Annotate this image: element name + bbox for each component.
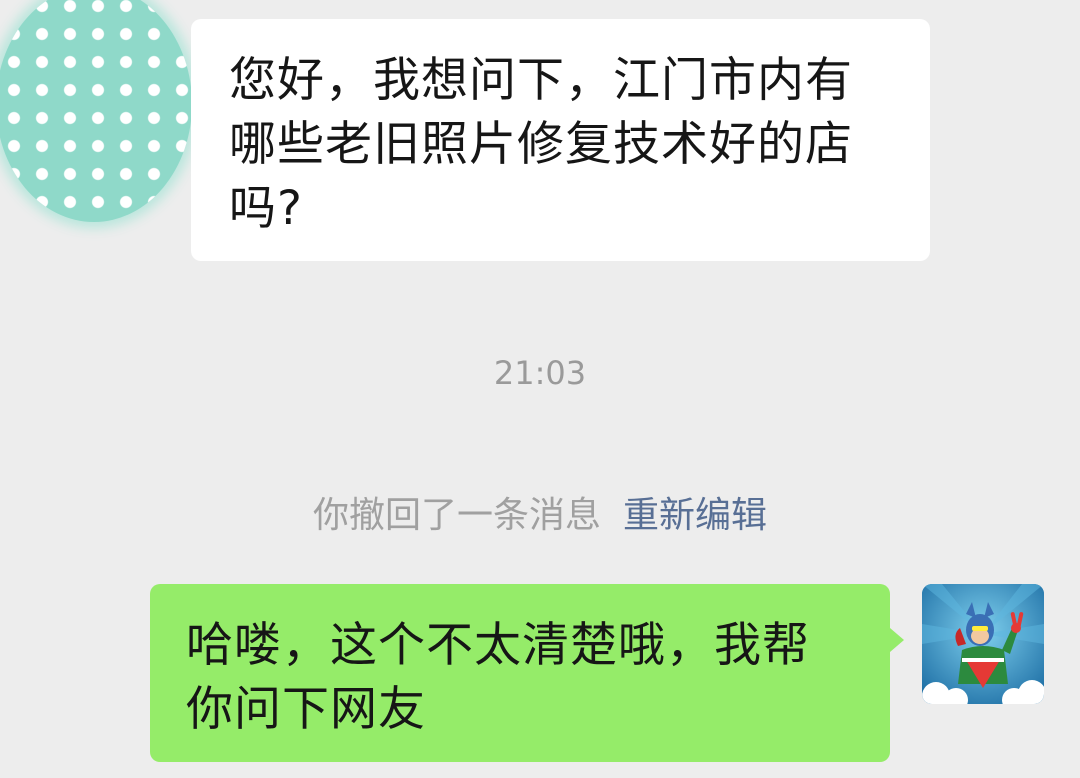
outgoing-message-bubble[interactable]: 哈喽，这个不太清楚哦，我帮 你问下网友: [150, 584, 904, 762]
message-text-line: 哪些老旧照片修复技术好的店: [229, 117, 853, 172]
recall-notice-text: 你撤回了一条消息: [312, 495, 601, 536]
superhero-avatar-icon: [922, 584, 1044, 704]
message-text-line: 你问下网友: [186, 682, 426, 737]
message-text-line: 您好，我想问下，江门市内有: [229, 53, 853, 108]
chat-view: 您好，我想问下，江门市内有 哪些老旧照片修复技术好的店 吗? 21:03 你撤回…: [0, 0, 1080, 778]
message-timestamp: 21:03: [493, 354, 587, 392]
contact-avatar[interactable]: [0, 0, 192, 222]
recall-notice: 你撤回了一条消息 重新编辑: [0, 486, 1080, 538]
incoming-message-bubble[interactable]: 您好，我想问下，江门市内有 哪些老旧照片修复技术好的店 吗?: [191, 19, 930, 261]
re-edit-link[interactable]: 重新编辑: [623, 495, 767, 536]
message-text-line: 吗?: [229, 181, 303, 236]
message-text-line: 哈喽，这个不太清楚哦，我帮: [186, 618, 810, 673]
user-avatar[interactable]: [922, 584, 1044, 704]
